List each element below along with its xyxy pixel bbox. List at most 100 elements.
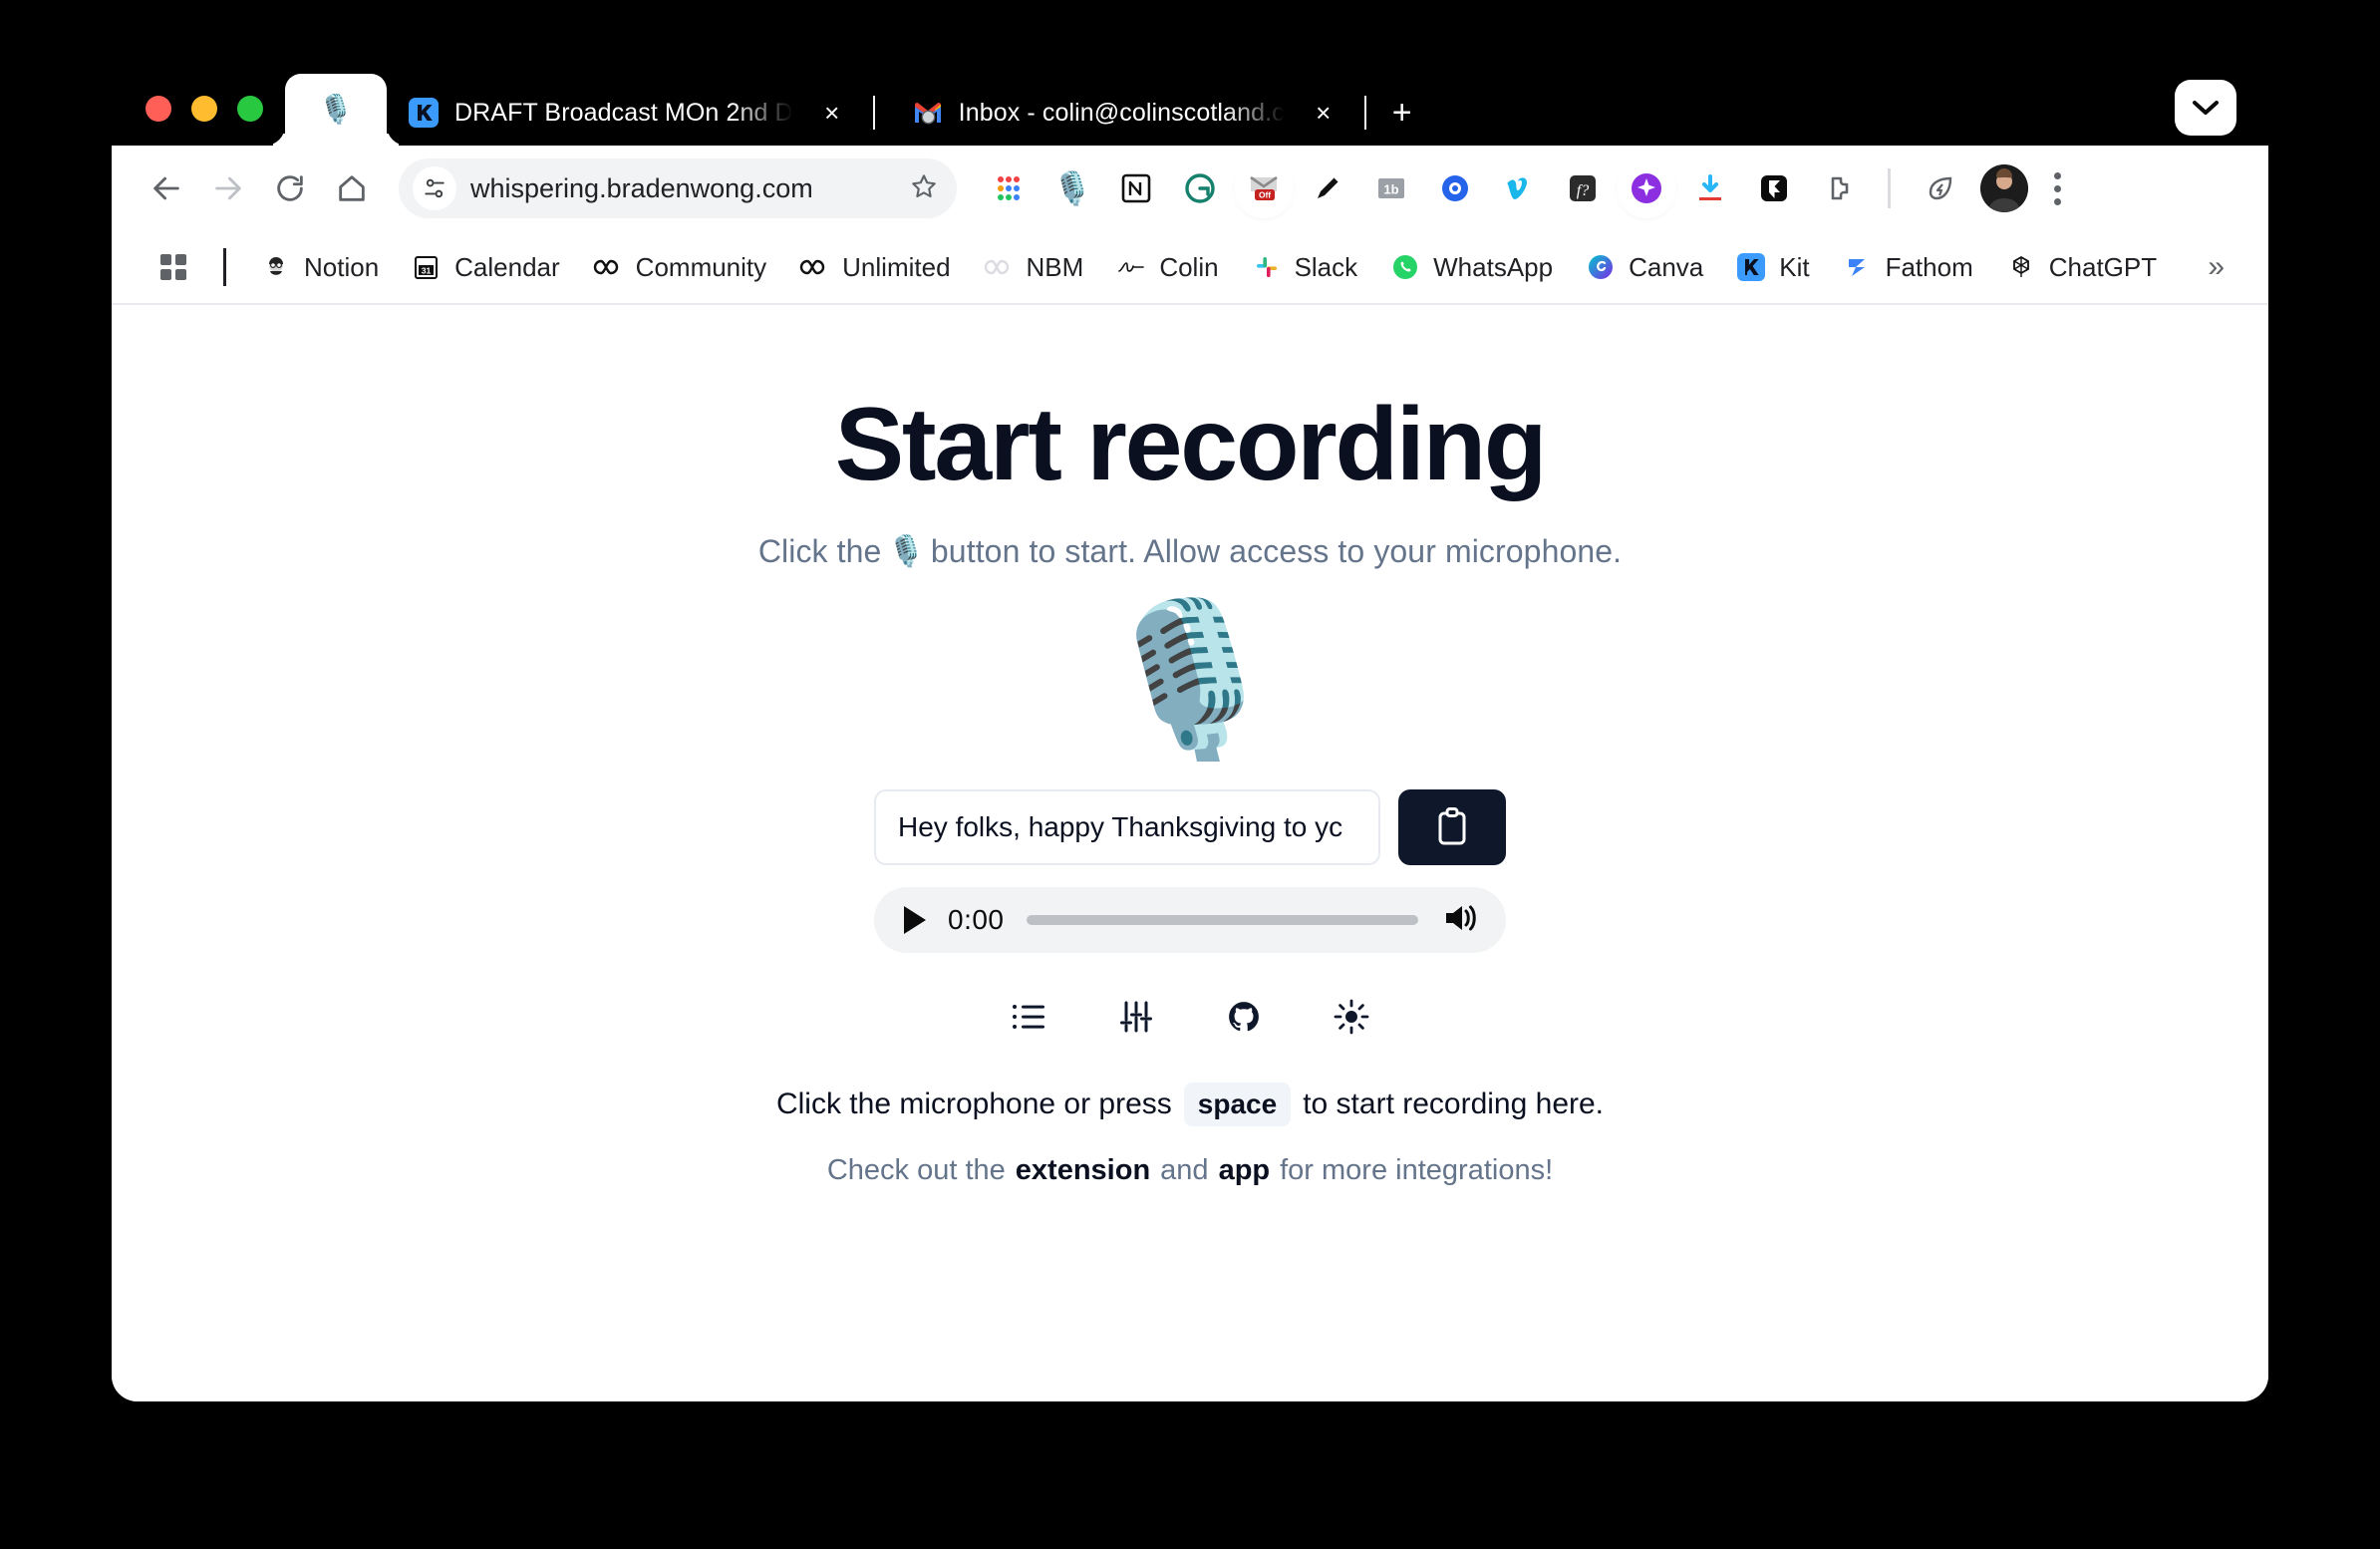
three-dot-menu-icon[interactable] xyxy=(2044,171,2071,205)
svg-text:1b: 1b xyxy=(1383,182,1398,197)
bookmark-item-community[interactable]: Community xyxy=(576,243,782,291)
vimeo-icon[interactable] xyxy=(1495,164,1543,212)
bookmark-label: Community xyxy=(635,251,767,282)
framer-icon[interactable] xyxy=(1750,164,1798,212)
svg-text:f?: f? xyxy=(1577,182,1589,199)
reload-button[interactable] xyxy=(261,159,319,217)
whispering-mic-icon[interactable]: 🎙️ xyxy=(1048,164,1096,212)
bookmark-item-unlimited[interactable]: Unlimited xyxy=(782,243,966,291)
tab-title: Inbox - colin@colinscotland.c xyxy=(958,98,1285,127)
volume-icon[interactable] xyxy=(1440,901,1480,940)
maximize-window-button[interactable] xyxy=(237,96,263,122)
close-tab-button[interactable]: × xyxy=(815,100,849,126)
bookmark-item-canva[interactable]: Canva xyxy=(1569,243,1719,291)
new-tab-button[interactable]: + xyxy=(1382,96,1422,146)
calendar-31-icon: 31 xyxy=(411,251,443,283)
tab-search-button[interactable] xyxy=(2175,80,2236,136)
notion-icon[interactable] xyxy=(1112,164,1160,212)
ai-sparkle-icon[interactable] xyxy=(1623,164,1670,212)
avatar[interactable] xyxy=(1980,164,2028,212)
recordings-list-icon[interactable] xyxy=(1005,993,1052,1041)
bookmark-label: Canva xyxy=(1629,251,1704,282)
bookmark-item-slack[interactable]: Slack xyxy=(1235,243,1374,291)
pencil-icon[interactable] xyxy=(1304,164,1351,212)
chrome-body: whispering.bradenwong.com 🎙️ Off 1b f? N… xyxy=(112,146,2268,1401)
fathom-icon xyxy=(1842,251,1874,283)
toolbar-divider xyxy=(1888,168,1891,208)
gmail-logo-icon xyxy=(911,96,945,130)
bookmark-label: Slack xyxy=(1294,251,1358,282)
browser-toolbar: whispering.bradenwong.com 🎙️ Off 1b f? xyxy=(112,146,2268,231)
tab-draft-broadcast[interactable]: DRAFT Broadcast MOn 2nd D × xyxy=(387,80,865,146)
slack-icon xyxy=(1251,251,1283,283)
canva-icon xyxy=(1585,251,1617,283)
bookmark-label: Fathom xyxy=(1885,251,1973,282)
page-subtitle: Click the 🎙️ button to start. Allow acce… xyxy=(758,533,1622,570)
tab-whispering[interactable]: 🎙️ xyxy=(285,74,387,146)
light-mode-sun-icon[interactable] xyxy=(1328,993,1375,1041)
address-bar[interactable]: whispering.bradenwong.com xyxy=(399,158,957,218)
home-button[interactable] xyxy=(323,159,381,217)
app-link[interactable]: app xyxy=(1219,1154,1271,1187)
star-icon xyxy=(912,173,936,197)
record-microphone-button[interactable]: 🎙️ xyxy=(1097,604,1284,754)
audio-player[interactable]: 0:00 xyxy=(874,887,1506,954)
bitly-dots-icon[interactable] xyxy=(985,164,1033,212)
action-icon-row xyxy=(1005,993,1375,1041)
clipboard-icon xyxy=(1438,807,1466,845)
infinity-icon xyxy=(798,251,830,283)
loom-icon[interactable] xyxy=(1431,164,1479,212)
github-icon[interactable] xyxy=(1220,993,1268,1041)
close-tab-button[interactable]: × xyxy=(1307,100,1340,126)
bookmark-label: WhatsApp xyxy=(1433,251,1554,282)
forward-button[interactable] xyxy=(199,159,257,217)
bookmark-item-colin[interactable]: Colin xyxy=(1099,243,1234,291)
back-button[interactable] xyxy=(138,159,195,217)
tab-gmail-inbox[interactable]: Inbox - colin@colinscotland.c × xyxy=(891,80,1356,146)
window-controls xyxy=(112,96,285,146)
bookmark-item-notion[interactable]: Notion xyxy=(244,243,395,291)
transcript-row: Hey folks, happy Thanksgiving to yc xyxy=(874,789,1506,866)
bookmark-label: Notion xyxy=(304,251,380,282)
kit-logo-icon xyxy=(407,96,441,130)
bookmark-item-calendar[interactable]: 31 Calendar xyxy=(395,243,576,291)
gmail-off-icon[interactable]: Off xyxy=(1240,164,1288,212)
tab-separator xyxy=(872,96,875,130)
bitly-icon[interactable]: 1b xyxy=(1367,164,1415,212)
copy-to-clipboard-button[interactable] xyxy=(1398,789,1506,866)
grammarly-icon[interactable] xyxy=(1176,164,1224,212)
transcript-input[interactable]: Hey folks, happy Thanksgiving to yc xyxy=(874,789,1380,866)
extension-link[interactable]: extension xyxy=(1016,1154,1150,1187)
kit-icon xyxy=(1735,251,1767,283)
bookmark-item-nbm[interactable]: NBM xyxy=(967,243,1100,291)
puzzle-extensions-icon[interactable] xyxy=(1814,164,1862,212)
bookmark-label: NBM xyxy=(1026,251,1084,282)
player-time: 0:00 xyxy=(948,904,1005,936)
bookmark-item-chatgpt[interactable]: ChatGPT xyxy=(1989,243,2173,291)
fontanello-icon[interactable]: f? xyxy=(1559,164,1607,212)
close-window-button[interactable] xyxy=(146,96,171,122)
bookmark-item-fathom[interactable]: Fathom xyxy=(1826,243,1989,291)
svg-text:Off: Off xyxy=(1259,190,1271,200)
footer-links: Check out the extension and app for more… xyxy=(827,1154,1553,1187)
bookmark-item-kit[interactable]: Kit xyxy=(1719,243,1825,291)
infinity-icon xyxy=(592,251,624,283)
bookmark-grid-button[interactable] xyxy=(142,243,205,291)
settings-sliders-icon[interactable] xyxy=(1112,993,1160,1041)
leaf-shield-icon[interactable] xyxy=(1917,164,1964,212)
url-text[interactable]: whispering.bradenwong.com xyxy=(470,173,895,204)
download-icon[interactable] xyxy=(1686,164,1734,212)
minimize-window-button[interactable] xyxy=(191,96,217,122)
bookmarks-overflow-button[interactable]: » xyxy=(2194,250,2238,284)
subtitle-after: button to start. Allow access to your mi… xyxy=(930,533,1623,570)
microphone-icon: 🎙️ xyxy=(318,94,354,125)
bookmark-item-whatsapp[interactable]: WhatsApp xyxy=(1373,243,1569,291)
tab-separator xyxy=(1363,96,1366,130)
play-icon[interactable] xyxy=(904,906,926,935)
reload-icon xyxy=(277,175,303,201)
bookmarks-bar: Notion 31 Calendar Community Unlimited N… xyxy=(112,231,2268,305)
site-settings-button[interactable] xyxy=(413,166,456,210)
player-progress-slider[interactable] xyxy=(1026,915,1418,926)
bookmark-button[interactable] xyxy=(909,171,939,206)
screenshot-root: 🎙️ DRAFT Broadcast MOn 2nd D × Inbox - c… xyxy=(0,0,2380,1549)
